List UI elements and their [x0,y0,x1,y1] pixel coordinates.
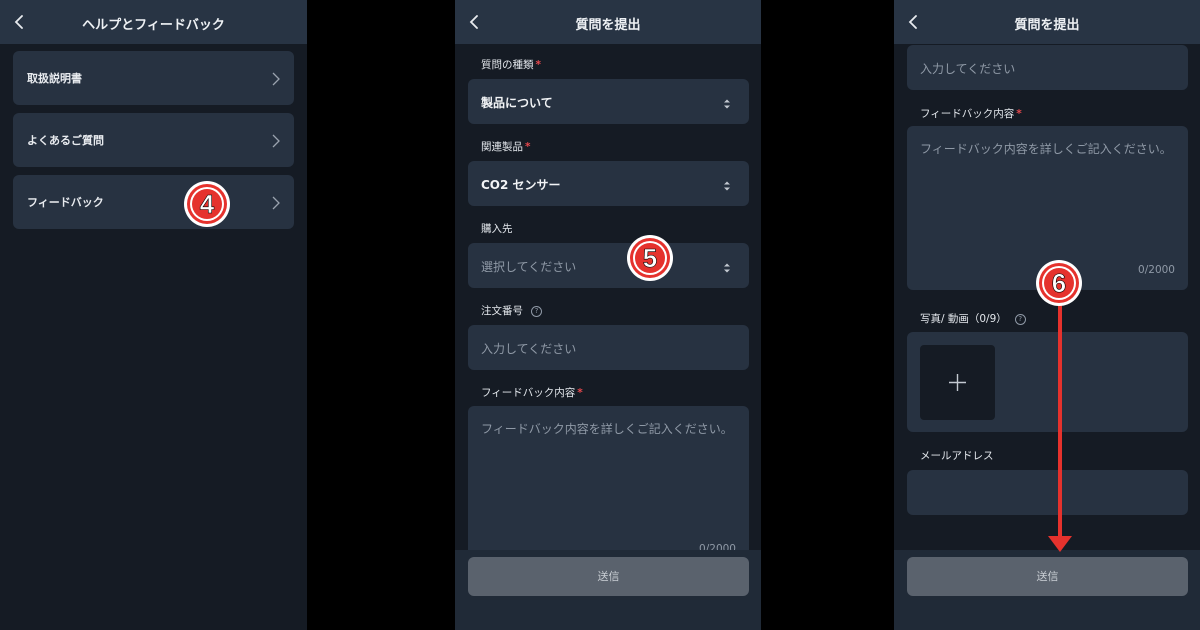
order-number-placeholder: 入力してください [920,62,1016,76]
menu-item-manual[interactable]: 取扱説明書 [13,51,294,105]
chevron-right-icon [272,71,280,86]
chevron-right-icon [272,195,280,210]
feedback-label: フィードバック内容 * [481,387,583,399]
question-type-value: 製品について [481,96,553,110]
menu-item-faq[interactable]: よくあるご質問 [13,113,294,167]
order-number-placeholder: 入力してください [481,342,577,356]
required-mark: * [525,141,531,153]
question-type-label: 質問の種類 * [481,59,542,71]
order-number-input[interactable]: 入力してください [907,45,1188,90]
menu-item-feedback[interactable]: フィードバック [13,175,294,229]
question-type-select[interactable]: 製品について [468,79,749,124]
add-photo-button[interactable] [920,345,995,420]
arrow-down-icon [1048,300,1072,552]
step-6-number: 6 [1052,268,1066,298]
purchase-place-select[interactable]: 選択してください [468,243,749,288]
order-number-input[interactable]: 入力してください [468,325,749,370]
updown-arrows-icon [723,95,731,109]
order-number-label: 注文番号? [481,303,542,318]
chevron-right-icon [272,133,280,148]
required-mark: * [577,387,583,399]
updown-arrows-icon [723,259,731,273]
header: 質問を提出 [455,0,761,44]
purchase-place-label: 購入先 [481,223,513,235]
related-product-label: 関連製品 * [481,141,531,153]
plus-icon [948,373,967,392]
photo-video-label: 写真/ 動画（0/9）? [920,311,1026,326]
submit-question-screen: 質問を提出 質問の種類 * 製品について 関連製品 * CO2 センサー 購入先 選… [455,0,761,630]
help-icon[interactable]: ? [1014,314,1026,325]
step-4-number: 4 [200,189,215,219]
step-5-number: 5 [643,243,657,273]
feedback-placeholder: フィードバック内容を詳しくご記入ください。 [920,142,1172,156]
page-title: 質問を提出 [575,18,641,33]
header: 質問を提出 [894,0,1200,44]
feedback-placeholder: フィードバック内容を詳しくご記入ください。 [481,422,733,436]
footer-bar: 送信 [894,550,1200,630]
email-label: メールアドレス [920,450,994,462]
related-product-select[interactable]: CO2 センサー [468,161,749,206]
step-5-badge: 5 [627,235,673,281]
header: ヘルプとフィードバック [0,0,307,44]
help-feedback-screen: ヘルプとフィードバック 取扱説明書 よくあるご質問 フィードバック [0,0,307,630]
step-6-badge: 6 [1036,260,1082,306]
feedback-label: フィードバック内容 * [920,108,1022,120]
menu-item-label: フィードバック [27,196,104,209]
page-title: 質問を提出 [1014,18,1080,33]
footer-bar: 送信 [455,550,761,630]
menu-item-label: よくあるご質問 [27,134,104,147]
required-mark: * [1016,108,1022,120]
menu-item-label: 取扱説明書 [27,72,82,85]
help-icon[interactable]: ? [531,306,542,317]
char-counter: 0/2000 [1138,264,1175,276]
submit-button[interactable]: 送信 [907,557,1188,596]
step-4-badge: 4 [184,181,230,227]
submit-button[interactable]: 送信 [468,557,749,596]
related-product-value: CO2 センサー [481,178,561,192]
updown-arrows-icon [723,177,731,191]
required-mark: * [535,59,542,71]
purchase-place-placeholder: 選択してください [481,260,577,274]
feedback-textarea[interactable]: フィードバック内容を詳しくご記入ください。 0/2000 [468,406,749,561]
page-title: ヘルプとフィードバック [82,18,225,33]
